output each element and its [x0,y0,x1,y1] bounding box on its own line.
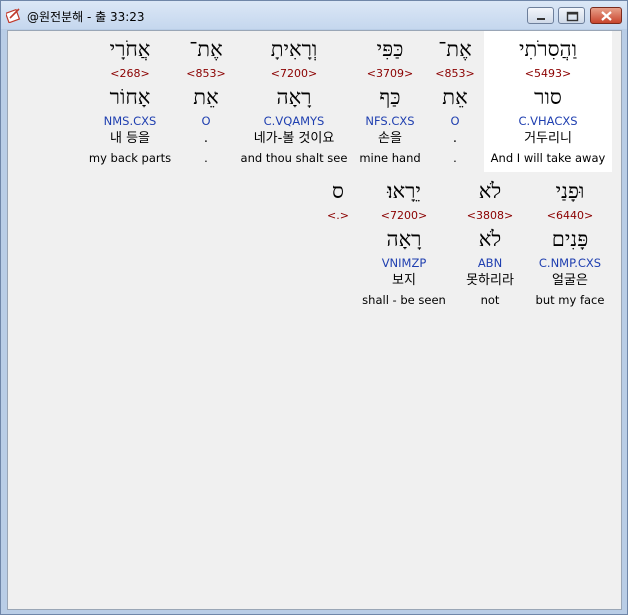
word-column[interactable]: ס <.> [322,173,354,314]
korean-gloss: . [203,131,209,146]
hebrew-word: לֹא [478,179,502,203]
hebrew-word: ס [332,179,344,203]
hebrew-lemma: כַּף [379,85,401,109]
hebrew-lemma: אָחוֹר [109,85,151,109]
title-bar[interactable]: @원전분해 - 출 33:23 [1,1,627,29]
english-gloss: my back parts [88,151,172,165]
word-column[interactable]: לֹא <3808> לֹא ABN 못하리라 not [454,173,526,314]
english-gloss: shall - be seen [362,293,446,307]
app-icon[interactable] [4,7,22,24]
close-button[interactable] [590,7,622,24]
strong-number[interactable]: <7200> [358,209,450,223]
hebrew-lemma: רָאָה [276,85,312,109]
hebrew-lemma: סור [534,85,562,109]
word-column[interactable]: וְרָאִיתָ <7200> רָאָה C.VQAMYS 네가-볼 것이요… [236,31,352,172]
hebrew-word: וְרָאִיתָ [270,37,318,61]
english-gloss: . [453,151,457,165]
word-column[interactable]: כַּפִּי <3709> כַּף NFS.CXS 손을 mine hand [354,31,426,172]
word-column[interactable]: וַהֲסִרֹתִי <5493> סור C.VHACXS 거두리니 And… [484,31,612,172]
strong-number[interactable]: <6440> [528,209,612,223]
hebrew-word: כַּפִּי [376,37,404,61]
english-gloss: but my face [535,293,605,307]
strong-number[interactable]: <7200> [236,67,352,81]
korean-gloss: 손을 [378,131,402,146]
english-gloss: And I will take away [490,151,606,165]
strong-number[interactable]: <853> [428,67,482,81]
korean-gloss: 얼굴은 [552,273,588,288]
morphology-code: NMS.CXS [103,114,157,128]
maximize-icon [566,11,579,22]
minimize-button[interactable] [527,7,554,24]
hebrew-lemma: רָאָה [386,227,422,251]
morphology-code: C.VQAMYS [263,114,325,128]
english-gloss: and thou shalt see [240,151,348,165]
hebrew-lemma: לֹא [478,227,502,251]
korean-gloss: 네가-볼 것이요 [253,131,335,146]
hebrew-lemma: פָּנִים [551,227,589,251]
korean-gloss: 거두리니 [524,131,572,146]
korean-gloss: 못하리라 [466,273,514,288]
english-gloss: . [204,151,208,165]
window-title: @원전분해 - 출 33:23 [27,10,145,24]
maximize-button[interactable] [558,7,585,24]
minimize-icon [537,18,545,20]
morphology-code: O [201,114,211,128]
morphology-code: C.NMP.CXS [538,256,602,270]
hebrew-lemma: אֵת [442,85,468,109]
morphology-code: VNIMZP [381,256,427,270]
strong-number[interactable]: <268> [84,67,176,81]
korean-gloss: 보지 [392,273,416,288]
hebrew-lemma: אֵת [193,85,219,109]
hebrew-word: אֶת־ [189,37,223,61]
english-gloss: mine hand [359,151,421,165]
word-analysis-panel: וַהֲסִרֹתִי <5493> סור C.VHACXS 거두리니 And… [7,30,622,610]
strong-number[interactable]: <5493> [484,67,612,81]
morphology-code: O [450,114,460,128]
app-window: @원전분해 - 출 33:23 וַהֲסִרֹתִי <5493> סור C… [0,0,628,615]
korean-gloss: . [452,131,458,146]
word-column[interactable]: אֲחֹרָי <268> אָחוֹר NMS.CXS 내 등을 my bac… [84,31,176,172]
word-column[interactable]: וּפָנַי <6440> פָּנִים C.NMP.CXS 얼굴은 but… [528,173,612,314]
hebrew-word: אֲחֹרָי [109,37,151,61]
strong-number[interactable]: <853> [180,67,232,81]
morphology-code: C.VHACXS [518,114,578,128]
hebrew-word: וּפָנַי [555,179,585,203]
word-column[interactable]: יֵרָאוּ׃ <7200> רָאָה VNIMZP 보지 shall - … [358,173,450,314]
hebrew-word: אֶת־ [438,37,472,61]
english-gloss: not [480,293,500,307]
hebrew-word: וַהֲסִרֹתִי [518,37,578,61]
close-icon [601,11,612,21]
korean-gloss: 내 등을 [109,131,150,146]
morphology-code: NFS.CXS [365,114,415,128]
word-column[interactable]: אֶת־ <853> אֵת O . . [428,31,482,172]
morphology-code: ABN [477,256,503,270]
strong-number[interactable]: <3709> [354,67,426,81]
word-column[interactable]: אֶת־ <853> אֵת O . . [180,31,232,172]
strong-number[interactable]: <.> [322,209,354,223]
strong-number[interactable]: <3808> [454,209,526,223]
hebrew-word: יֵרָאוּ׃ [387,179,421,203]
